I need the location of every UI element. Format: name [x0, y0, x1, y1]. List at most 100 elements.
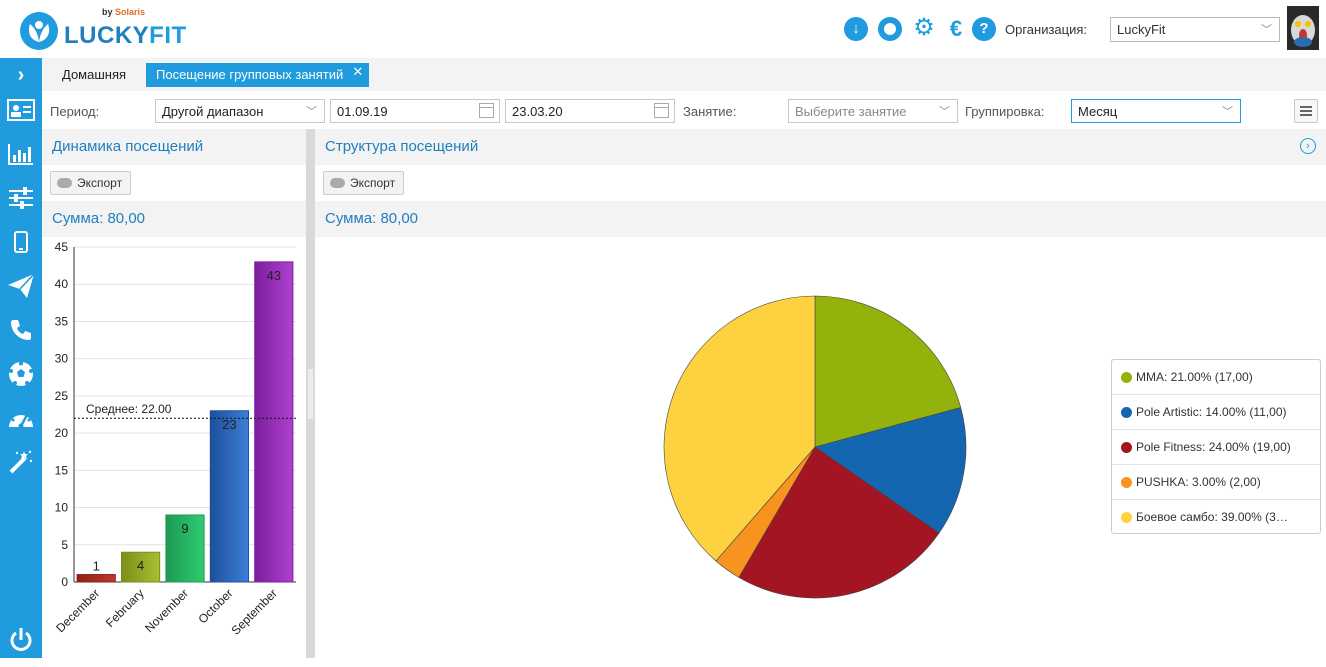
period-value: Другой диапазон	[162, 104, 264, 119]
bar-chart-area: 0 5 10 15 20 25 30 35 40 45 1 December 4 February 9 Nov…	[42, 237, 306, 658]
calendar-icon[interactable]	[654, 103, 669, 118]
x-tick-label: December	[53, 586, 102, 635]
legend-color-dot	[1121, 372, 1132, 383]
legend-item[interactable]: MMA: 21.00% (17,00)	[1112, 360, 1320, 395]
avatar[interactable]	[1287, 6, 1319, 50]
legend-item[interactable]: PUSHKA: 3.00% (2,00)	[1112, 465, 1320, 500]
sidebar: ›	[0, 58, 42, 658]
power-icon[interactable]	[0, 620, 42, 660]
left-toolbar: Экспорт	[42, 165, 306, 201]
menu-button[interactable]	[1294, 99, 1318, 123]
pie-chart	[663, 295, 967, 599]
x-tick-label: September	[229, 586, 280, 637]
attendance-dynamics-title: Динамика посещений	[42, 129, 306, 165]
bar-value-label: 23	[222, 417, 236, 432]
logo-vendor-text: Solaris	[115, 7, 146, 17]
mobile-icon[interactable]	[0, 222, 42, 262]
ball-icon[interactable]	[0, 354, 42, 394]
organization-select[interactable]: LuckyFit ﹀	[1110, 17, 1280, 42]
bar-chart: 0 5 10 15 20 25 30 35 40 45 1 December 4 February 9 Nov…	[53, 240, 296, 638]
date-from-value: 01.09.19	[337, 104, 388, 119]
bar-october[interactable]	[209, 410, 249, 583]
magic-wand-icon[interactable]	[0, 442, 42, 482]
cloud-download-icon	[57, 178, 72, 188]
bar-value-label: 1	[93, 559, 100, 574]
help-icon[interactable]: ?	[972, 17, 996, 41]
legend-color-dot	[1121, 512, 1132, 523]
dashboard-icon[interactable]	[0, 398, 42, 438]
legend-label: Pole Artistic: 14.00% (11,00)	[1136, 405, 1287, 419]
bar-value-label: 9	[181, 521, 188, 536]
filter-bar: Период: Другой диапазон ﹀ 01.09.19 23.03…	[42, 91, 1326, 129]
chevron-down-icon: ﹀	[1261, 24, 1272, 36]
x-tick-label: November	[142, 586, 191, 635]
euro-icon[interactable]: €	[944, 17, 968, 41]
attendance-structure-title: Структура посещений	[325, 138, 479, 155]
phone-icon[interactable]	[0, 310, 42, 350]
export-button[interactable]: Экспорт	[323, 171, 405, 195]
menu-icon-line	[1300, 110, 1312, 112]
class-placeholder: Выберите занятие	[795, 104, 907, 119]
pie-chart-area	[315, 237, 1095, 658]
organization-value: LuckyFit	[1117, 22, 1166, 37]
legend-item[interactable]: Pole Fitness: 24.00% (19,00)	[1112, 430, 1320, 465]
sidebar-expand-icon[interactable]: ›	[0, 58, 42, 92]
bar-december[interactable]	[76, 574, 116, 583]
y-tick-label: 35	[55, 314, 69, 328]
date-from-input[interactable]: 01.09.19	[330, 99, 500, 123]
bar-chart-icon[interactable]	[0, 134, 42, 174]
x-tick-label: February	[103, 586, 147, 630]
grouping-label: Группировка:	[965, 104, 1045, 119]
grouping-value: Месяц	[1078, 104, 1118, 119]
chevron-down-icon: ﹀	[939, 106, 950, 118]
send-icon[interactable]	[0, 266, 42, 306]
brand-logo[interactable]: by Solaris LUCKYFIT	[20, 7, 186, 52]
legend-item[interactable]: Боевое самбо: 39.00% (3…	[1112, 500, 1320, 535]
splitter-grip[interactable]	[308, 369, 313, 419]
grouping-select[interactable]: Месяц ﹀	[1071, 99, 1241, 123]
y-tick-label: 15	[55, 463, 69, 477]
legend-color-dot	[1121, 442, 1132, 453]
gear-icon[interactable]: ⚙	[912, 16, 936, 41]
organization-label: Организация:	[1005, 22, 1088, 37]
app-header: by Solaris LUCKYFIT ↓ ⚙ € ? Организация:…	[0, 0, 1326, 58]
period-select[interactable]: Другой диапазон ﹀	[155, 99, 325, 123]
y-tick-label: 5	[61, 538, 68, 552]
close-icon[interactable]: ✕	[352, 64, 363, 80]
period-label: Период:	[50, 104, 100, 119]
bar-september[interactable]	[254, 261, 294, 583]
date-to-input[interactable]: 23.03.20	[505, 99, 675, 123]
tab-home[interactable]: Домашняя	[52, 63, 136, 87]
tab-group-class-attendance[interactable]: Посещение групповых занятий ✕	[146, 63, 370, 87]
bar-value-label: 4	[137, 558, 144, 573]
y-tick-label: 30	[55, 352, 69, 366]
legend-item[interactable]: Pole Artistic: 14.00% (11,00)	[1112, 395, 1320, 430]
y-tick-label: 40	[55, 277, 69, 291]
logo-by-text: by	[102, 7, 113, 17]
y-tick-label: 25	[55, 389, 69, 403]
download-icon[interactable]: ↓	[844, 17, 868, 41]
class-label: Занятие:	[683, 104, 737, 119]
contact-card-icon[interactable]	[0, 90, 42, 130]
y-tick-label: 20	[55, 426, 69, 440]
lifebuoy-icon[interactable]	[878, 17, 902, 41]
legend-label: Боевое самбо: 39.00% (3…	[1136, 510, 1288, 524]
tab-bar: Домашняя Посещение групповых занятий ✕	[42, 58, 1326, 91]
panel-splitter[interactable]	[306, 129, 315, 658]
logo-text-fit: FIT	[149, 22, 187, 49]
sliders-icon[interactable]	[0, 178, 42, 218]
legend-label: PUSHKA: 3.00% (2,00)	[1136, 475, 1261, 489]
legend-color-dot	[1121, 477, 1132, 488]
class-select[interactable]: Выберите занятие ﹀	[788, 99, 958, 123]
calendar-icon[interactable]	[479, 103, 494, 118]
menu-icon-line	[1300, 114, 1312, 116]
right-toolbar: Экспорт	[315, 165, 1326, 201]
y-tick-label: 10	[55, 501, 69, 515]
pie-legend: MMA: 21.00% (17,00) Pole Artistic: 14.00%…	[1111, 359, 1321, 534]
chevron-right-circle-icon[interactable]: ›	[1300, 138, 1316, 154]
bar-value-label: 43	[267, 268, 281, 283]
export-button[interactable]: Экспорт	[50, 171, 132, 195]
x-tick-label: October	[195, 586, 235, 626]
left-sum: Сумма: 80,00	[42, 201, 306, 237]
chevron-down-icon: ﹀	[1222, 106, 1233, 118]
